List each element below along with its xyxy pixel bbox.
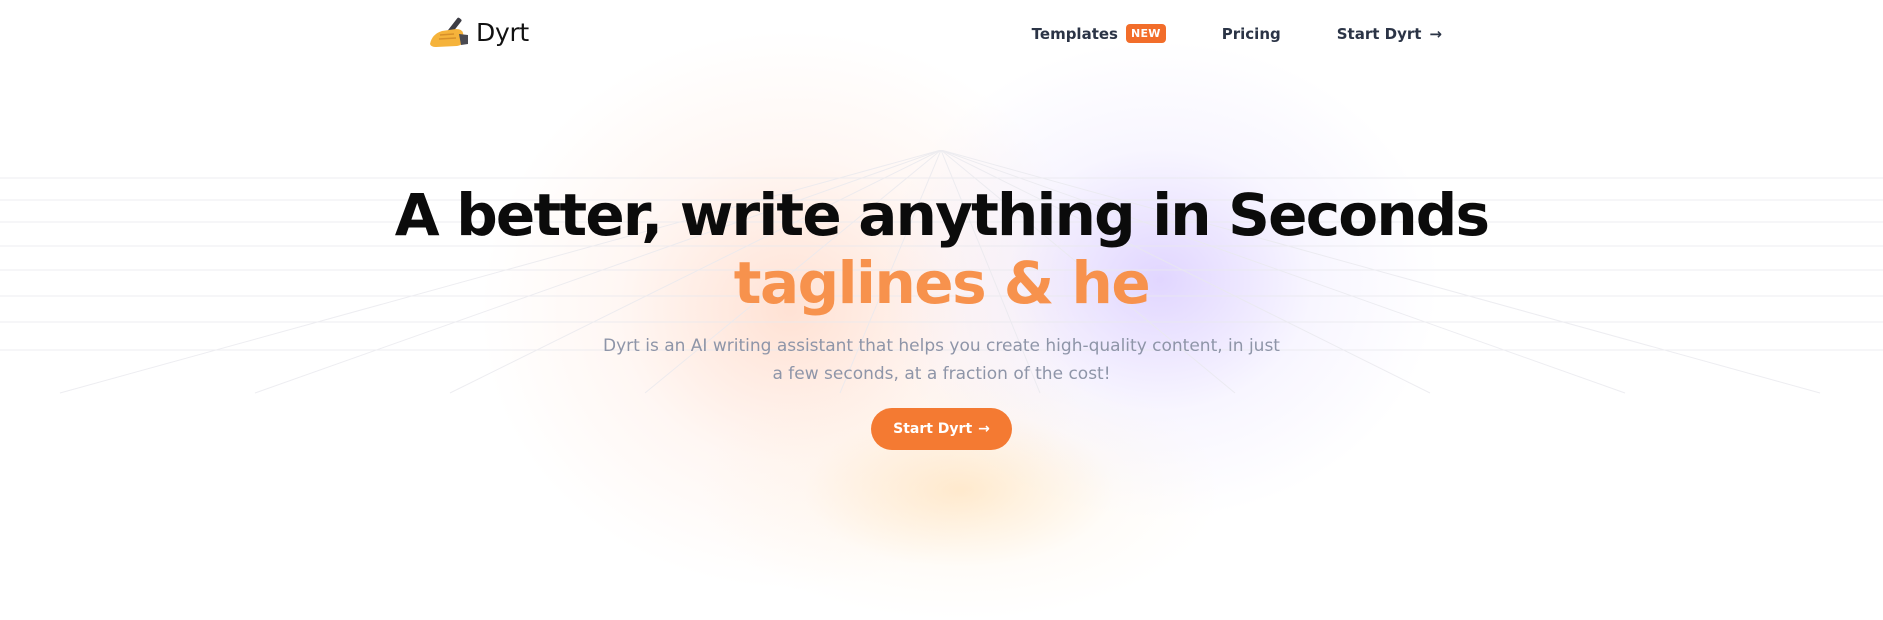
logo-text: Dyrt	[476, 17, 529, 47]
nav-start-dyrt-label: Start Dyrt	[1336, 24, 1422, 43]
new-badge: NEW	[1125, 24, 1166, 43]
top-navigation: Dyrt Templates NEW Pricing Start Dyrt →	[0, 0, 1883, 70]
arrow-right-icon: →	[978, 421, 990, 437]
logo-link[interactable]: Dyrt	[426, 14, 529, 50]
nav-pricing-link[interactable]: Pricing	[1222, 25, 1281, 43]
nav-start-dyrt-link[interactable]: Start Dyrt →	[1337, 25, 1442, 43]
arrow-right-icon: →	[1429, 24, 1442, 43]
hero-section: A better, write anything in Seconds tagl…	[0, 186, 1883, 450]
start-dyrt-button[interactable]: Start Dyrt →	[871, 408, 1012, 450]
nav-pricing-label: Pricing	[1221, 24, 1281, 43]
start-dyrt-button-label: Start Dyrt	[893, 421, 973, 437]
nav-links: Templates NEW Pricing Start Dyrt →	[1032, 24, 1442, 43]
nav-templates-label: Templates	[1031, 24, 1118, 43]
hero-headline: A better, write anything in Seconds	[394, 181, 1490, 249]
writing-hand-icon	[426, 14, 470, 50]
hero-typing-text: taglines & he	[733, 249, 1151, 317]
hero-description: Dyrt is an AI writing assistant that hel…	[603, 336, 1280, 384]
nav-templates-link[interactable]: Templates NEW	[1032, 24, 1166, 43]
